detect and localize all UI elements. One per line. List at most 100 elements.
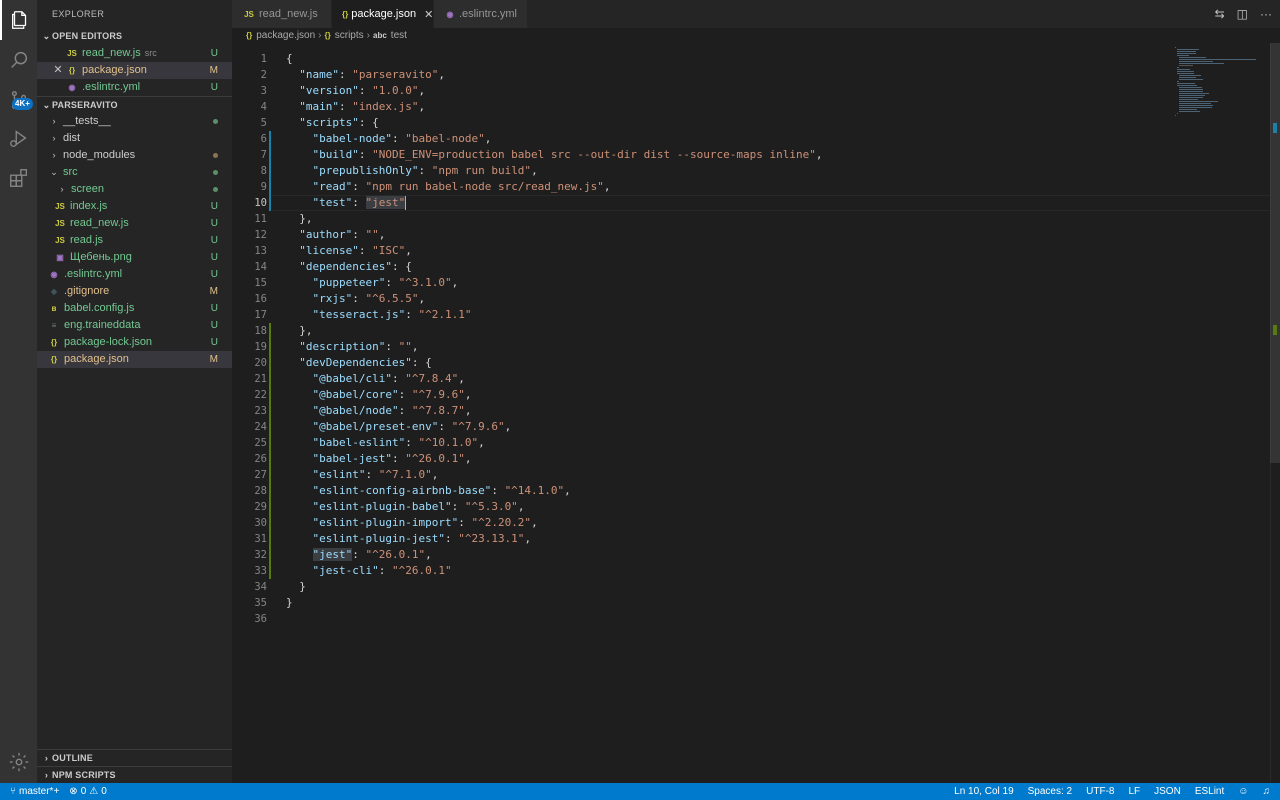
tree-item-traineddata[interactable]: ≡ eng.traineddata U [37, 317, 232, 334]
tree-item-png[interactable]: ▣ Щебень.png U [37, 249, 232, 266]
scrollbar-thumb[interactable] [1270, 43, 1280, 463]
code-line[interactable]: 7 "build": "NODE_ENV=production babel sr… [232, 147, 1172, 163]
minimap[interactable] [1175, 43, 1270, 783]
code-text: "babel-node": "babel-node", [312, 132, 492, 145]
breadcrumb-file[interactable]: package.json [256, 30, 315, 41]
tree-item-package-json[interactable]: {} package.json M [37, 351, 232, 368]
split-editor-icon[interactable]: ◫ [1237, 7, 1248, 21]
code-line[interactable]: 21 "@babel/cli": "^7.8.4", [232, 371, 1172, 387]
tree-item-read-new-js[interactable]: JS read_new.js U [37, 215, 232, 232]
code-line[interactable]: 35} [232, 595, 1172, 611]
explorer-icon[interactable] [0, 0, 37, 40]
code-line[interactable]: 12 "author": "", [232, 227, 1172, 243]
code-line[interactable]: 18 }, [232, 323, 1172, 339]
code-editor[interactable]: 1{2 "name": "parseravito", 3 "version": "… [232, 43, 1280, 783]
breadcrumb-scripts[interactable]: scripts [335, 30, 364, 41]
code-line[interactable]: 34 } [232, 579, 1172, 595]
feedback-icon[interactable]: ☺ [1238, 786, 1248, 797]
code-line[interactable]: 29 "eslint-plugin-babel": "^5.3.0", [232, 499, 1172, 515]
gear-icon[interactable] [0, 742, 37, 782]
code-line[interactable]: 27 "eslint": "^7.1.0", [232, 467, 1172, 483]
tree-item-package-lock[interactable]: {} package-lock.json U [37, 334, 232, 351]
end-of-line[interactable]: LF [1128, 786, 1140, 797]
error-count: 0 [80, 786, 87, 797]
string-icon: abc [373, 31, 387, 40]
minimap-line [1177, 67, 1179, 68]
code-line[interactable]: 16 "rxjs": "^6.5.5", [232, 291, 1172, 307]
close-icon[interactable]: ✕ [424, 8, 433, 21]
code-line[interactable]: 4 "main": "index.js", [232, 99, 1172, 115]
code-line[interactable]: 3 "version": "1.0.0", [232, 83, 1172, 99]
open-editors-header[interactable]: ⌄ OPEN EDITORS [37, 28, 232, 45]
code-line[interactable]: 28 "eslint-config-airbnb-base": "^14.1.0… [232, 483, 1172, 499]
tab-eslintrc[interactable]: ◉ .eslintrc.yml [434, 0, 528, 28]
tree-item-label: __tests__ [63, 115, 111, 127]
breadcrumb-test[interactable]: test [391, 30, 407, 41]
code-line[interactable]: 5 "scripts": { [232, 115, 1172, 131]
code-line[interactable]: 19 "description": "", [232, 339, 1172, 355]
code-line[interactable]: 36 [232, 611, 1172, 627]
tree-item-screen[interactable]: › screen [37, 181, 232, 198]
compare-changes-icon[interactable]: ⇆ [1215, 7, 1225, 21]
search-icon[interactable] [0, 40, 37, 80]
open-editor-item[interactable]: ◉ .eslintrc.yml U [37, 79, 232, 96]
code-line[interactable]: 26 "babel-jest": "^26.0.1", [232, 451, 1172, 467]
tree-item-index-js[interactable]: JS index.js U [37, 198, 232, 215]
git-gutter-marker [269, 147, 271, 163]
run-debug-icon[interactable] [0, 118, 37, 158]
line-number: 19 [254, 341, 267, 353]
bell-icon[interactable]: ♫ [1263, 786, 1271, 797]
more-actions-icon[interactable]: ··· [1260, 7, 1272, 21]
branch-indicator[interactable]: ⑂ master*+ [10, 786, 59, 797]
chevron-right-icon: › [44, 769, 49, 780]
tab-read-new-js[interactable]: JS read_new.js [232, 0, 332, 28]
code-line[interactable]: 30 "eslint-plugin-import": "^2.20.2", [232, 515, 1172, 531]
chevron-down-icon: ⌄ [42, 31, 51, 41]
tree-item-src[interactable]: ⌄ src [37, 164, 232, 181]
code-line[interactable]: 13 "license": "ISC", [232, 243, 1172, 259]
code-line[interactable]: 31 "eslint-plugin-jest": "^23.13.1", [232, 531, 1172, 547]
project-header[interactable]: ⌄ PARSERAVITO [37, 96, 232, 113]
tree-item-tests[interactable]: › __tests__ [37, 113, 232, 130]
eslint-file-icon: ◉ [50, 270, 58, 279]
encoding[interactable]: UTF-8 [1086, 786, 1114, 797]
code-line[interactable]: 33 "jest-cli": "^26.0.1" [232, 563, 1172, 579]
tree-item-dist[interactable]: › dist [37, 130, 232, 147]
code-line[interactable]: 11 }, [232, 211, 1172, 227]
open-editor-item[interactable]: JS read_new.js src U [37, 45, 232, 62]
line-number: 20 [254, 357, 267, 369]
code-line[interactable]: 8 "prepublishOnly": "npm run build", [232, 163, 1172, 179]
indentation[interactable]: Spaces: 2 [1028, 786, 1072, 797]
tree-item-node-modules[interactable]: › node_modules [37, 147, 232, 164]
code-line[interactable]: 25 "babel-eslint": "^10.1.0", [232, 435, 1172, 451]
outline-header[interactable]: › OUTLINE [37, 749, 232, 766]
extensions-icon[interactable] [0, 158, 37, 198]
code-line[interactable]: 1{ [232, 51, 1172, 67]
problems-indicator[interactable]: ⊗ 0 ⚠ 0 [69, 786, 106, 797]
code-line[interactable]: 22 "@babel/core": "^7.9.6", [232, 387, 1172, 403]
code-line[interactable]: 2 "name": "parseravito", [232, 67, 1172, 83]
code-line[interactable]: 17 "tesseract.js": "^2.1.1" [232, 307, 1172, 323]
code-line[interactable]: 32 "jest": "^26.0.1", [232, 547, 1172, 563]
code-line[interactable]: 20 "devDependencies": { [232, 355, 1172, 371]
tree-item-babel-config[interactable]: ʙ babel.config.js U [37, 300, 232, 317]
code-line[interactable]: 23 "@babel/node": "^7.8.7", [232, 403, 1172, 419]
status-dot [213, 153, 218, 158]
language-mode[interactable]: JSON [1154, 786, 1181, 797]
tab-package-json[interactable]: {} package.json ✕ [332, 0, 434, 28]
npm-scripts-header[interactable]: › NPM SCRIPTS [37, 766, 232, 783]
code-line[interactable]: 24 "@babel/preset-env": "^7.9.6", [232, 419, 1172, 435]
code-line[interactable]: 15 "puppeteer": "^3.1.0", [232, 275, 1172, 291]
code-line[interactable]: 14 "dependencies": { [232, 259, 1172, 275]
linter-status[interactable]: ESLint [1195, 786, 1224, 797]
open-editor-item[interactable]: ✕ {} package.json M [37, 62, 232, 79]
code-line[interactable]: 10 "test": "jest" [232, 195, 1172, 211]
tree-item-gitignore[interactable]: ◆ .gitignore M [37, 283, 232, 300]
code-line[interactable]: 9 "read": "npm run babel-node src/read_n… [232, 179, 1172, 195]
tab-label: read_new.js [259, 8, 318, 20]
cursor-position[interactable]: Ln 10, Col 19 [954, 786, 1014, 797]
tree-item-read-js[interactable]: JS read.js U [37, 232, 232, 249]
close-icon[interactable]: ✕ [51, 62, 65, 79]
tree-item-eslintrc[interactable]: ◉ .eslintrc.yml U [37, 266, 232, 283]
code-line[interactable]: 6 "babel-node": "babel-node", [232, 131, 1172, 147]
